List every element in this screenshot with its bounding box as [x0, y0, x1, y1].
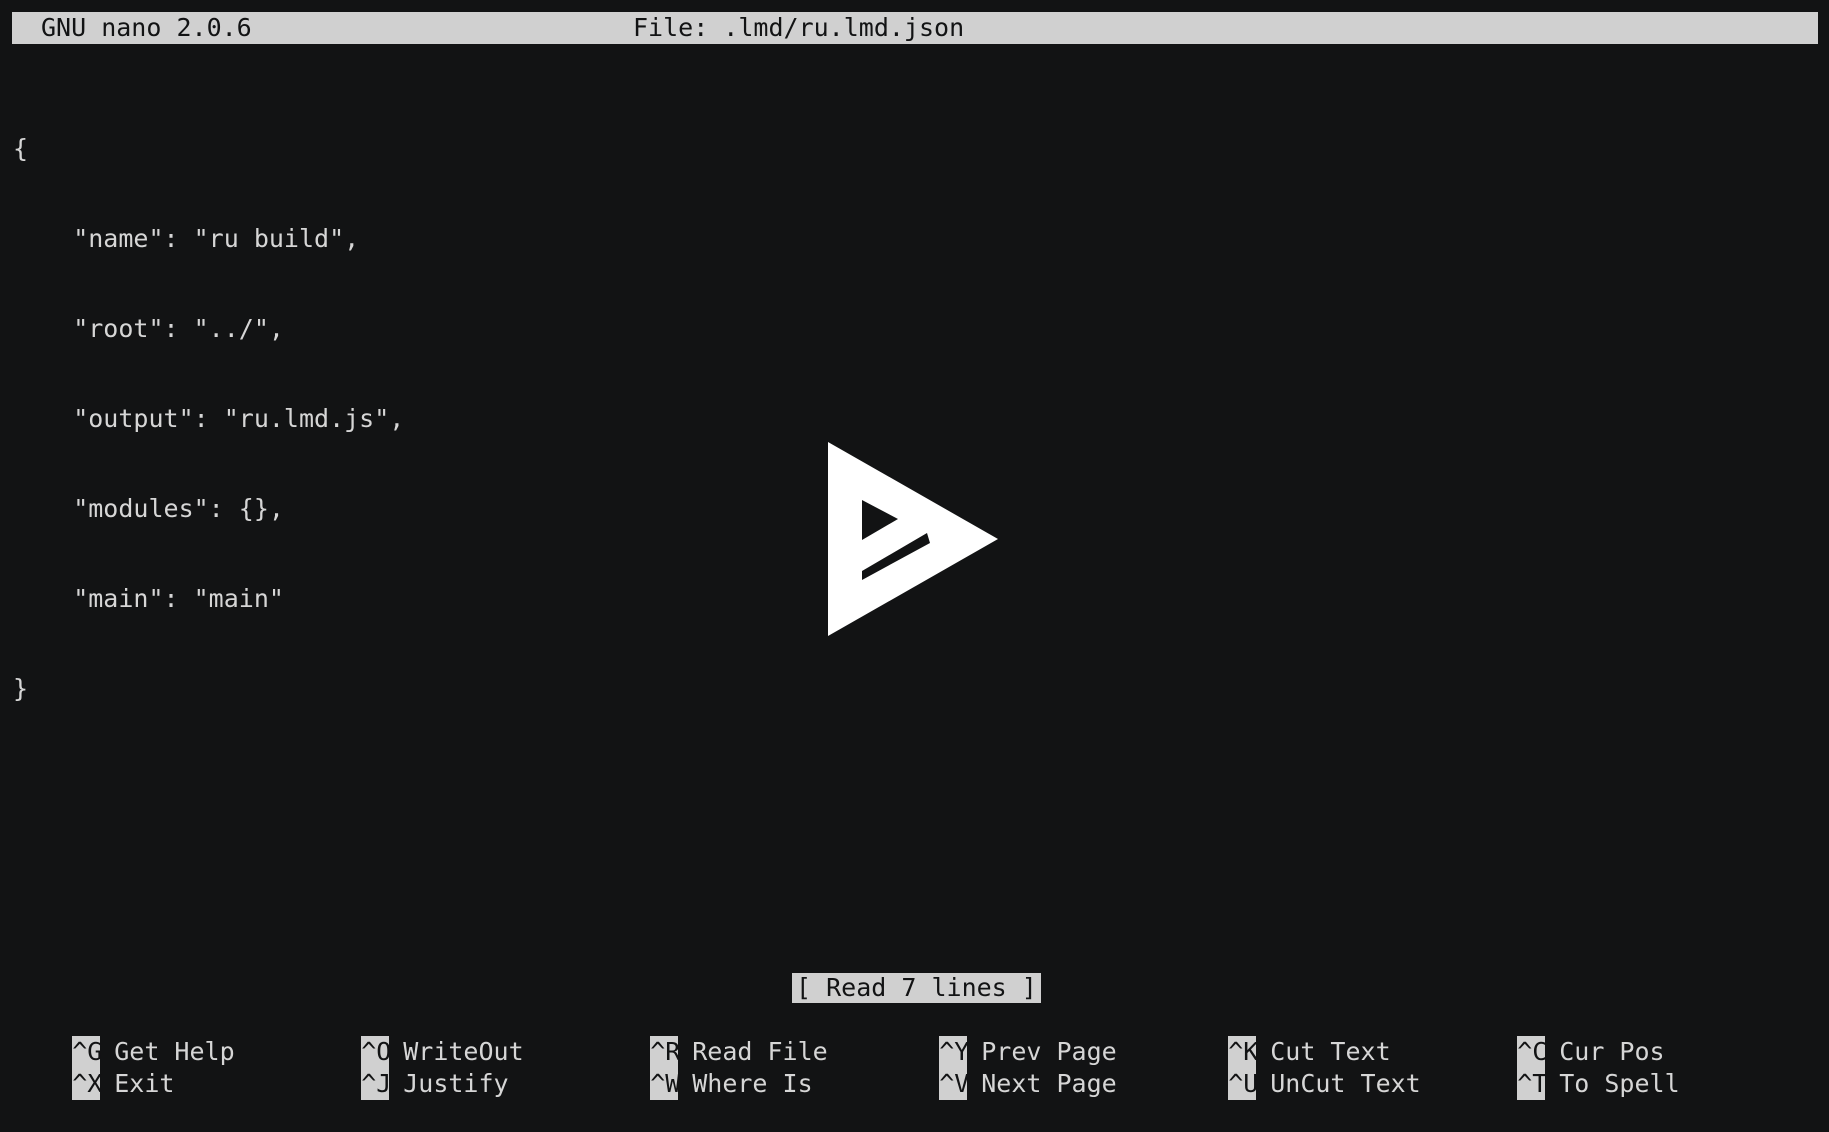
editor-buffer[interactable]: { "name": "ru build", "root": "../", "ou… [13, 75, 404, 734]
shortcut-label: To Spell [1559, 1069, 1680, 1098]
shortcut-next-page[interactable]: ^V Next Page [879, 1036, 1117, 1100]
editor-line[interactable]: "root": "../", [13, 313, 404, 345]
editor-line[interactable]: } [13, 673, 404, 705]
shortcut-key: ^T [1517, 1068, 1548, 1100]
shortcut-bar: ^G Get Help ^O WriteOut ^R Read File ^Y Prev… [12, 1004, 1818, 1100]
shortcut-label: Exit [114, 1069, 175, 1098]
shortcut-cut-text[interactable]: ^K Cut Text [1168, 1004, 1391, 1068]
shortcut-prev-page[interactable]: ^Y Prev Page [879, 1004, 1117, 1068]
shortcut-get-help[interactable]: ^G Get Help [12, 1004, 235, 1068]
app-name: GNU nano 2.0.6 [41, 13, 252, 42]
title-bar: GNU nano 2.0.6 File: .lmd/ru.lmd.json [12, 12, 1818, 44]
shortcut-key: ^U [1228, 1068, 1259, 1100]
shortcut-exit[interactable]: ^X Exit [12, 1036, 174, 1100]
shortcut-read-file[interactable]: ^R Read File [590, 1004, 828, 1068]
shortcut-label: Justify [403, 1069, 509, 1098]
shortcut-justify[interactable]: ^J Justify [301, 1036, 509, 1100]
shortcut-key: ^J [361, 1068, 392, 1100]
editor-line[interactable]: "main": "main" [13, 583, 404, 615]
shortcut-to-spell[interactable]: ^T To Spell [1457, 1036, 1680, 1100]
shortcut-uncut-text[interactable]: ^U UnCut Text [1168, 1036, 1421, 1100]
editor-line[interactable]: "name": "ru build", [13, 223, 404, 255]
file-name: File: .lmd/ru.lmd.json [633, 13, 965, 42]
shortcut-key: ^W [650, 1068, 681, 1100]
shortcut-where-is[interactable]: ^W Where Is [590, 1036, 813, 1100]
editor-line[interactable]: { [13, 133, 404, 165]
shortcut-writeout[interactable]: ^O WriteOut [301, 1004, 524, 1068]
editor-line[interactable]: "output": "ru.lmd.js", [13, 403, 404, 435]
shortcut-cur-pos[interactable]: ^C Cur Pos [1457, 1004, 1665, 1068]
shortcut-key: ^V [939, 1068, 970, 1100]
play-icon-graphic [828, 442, 998, 636]
play-icon[interactable] [828, 442, 998, 636]
shortcut-label: UnCut Text [1270, 1069, 1421, 1098]
editor-line[interactable]: "modules": {}, [13, 493, 404, 525]
status-message: [ Read 7 lines ] [792, 973, 1041, 1003]
shortcut-label: Where Is [692, 1069, 813, 1098]
shortcut-key: ^X [72, 1068, 103, 1100]
shortcut-label: Next Page [981, 1069, 1117, 1098]
